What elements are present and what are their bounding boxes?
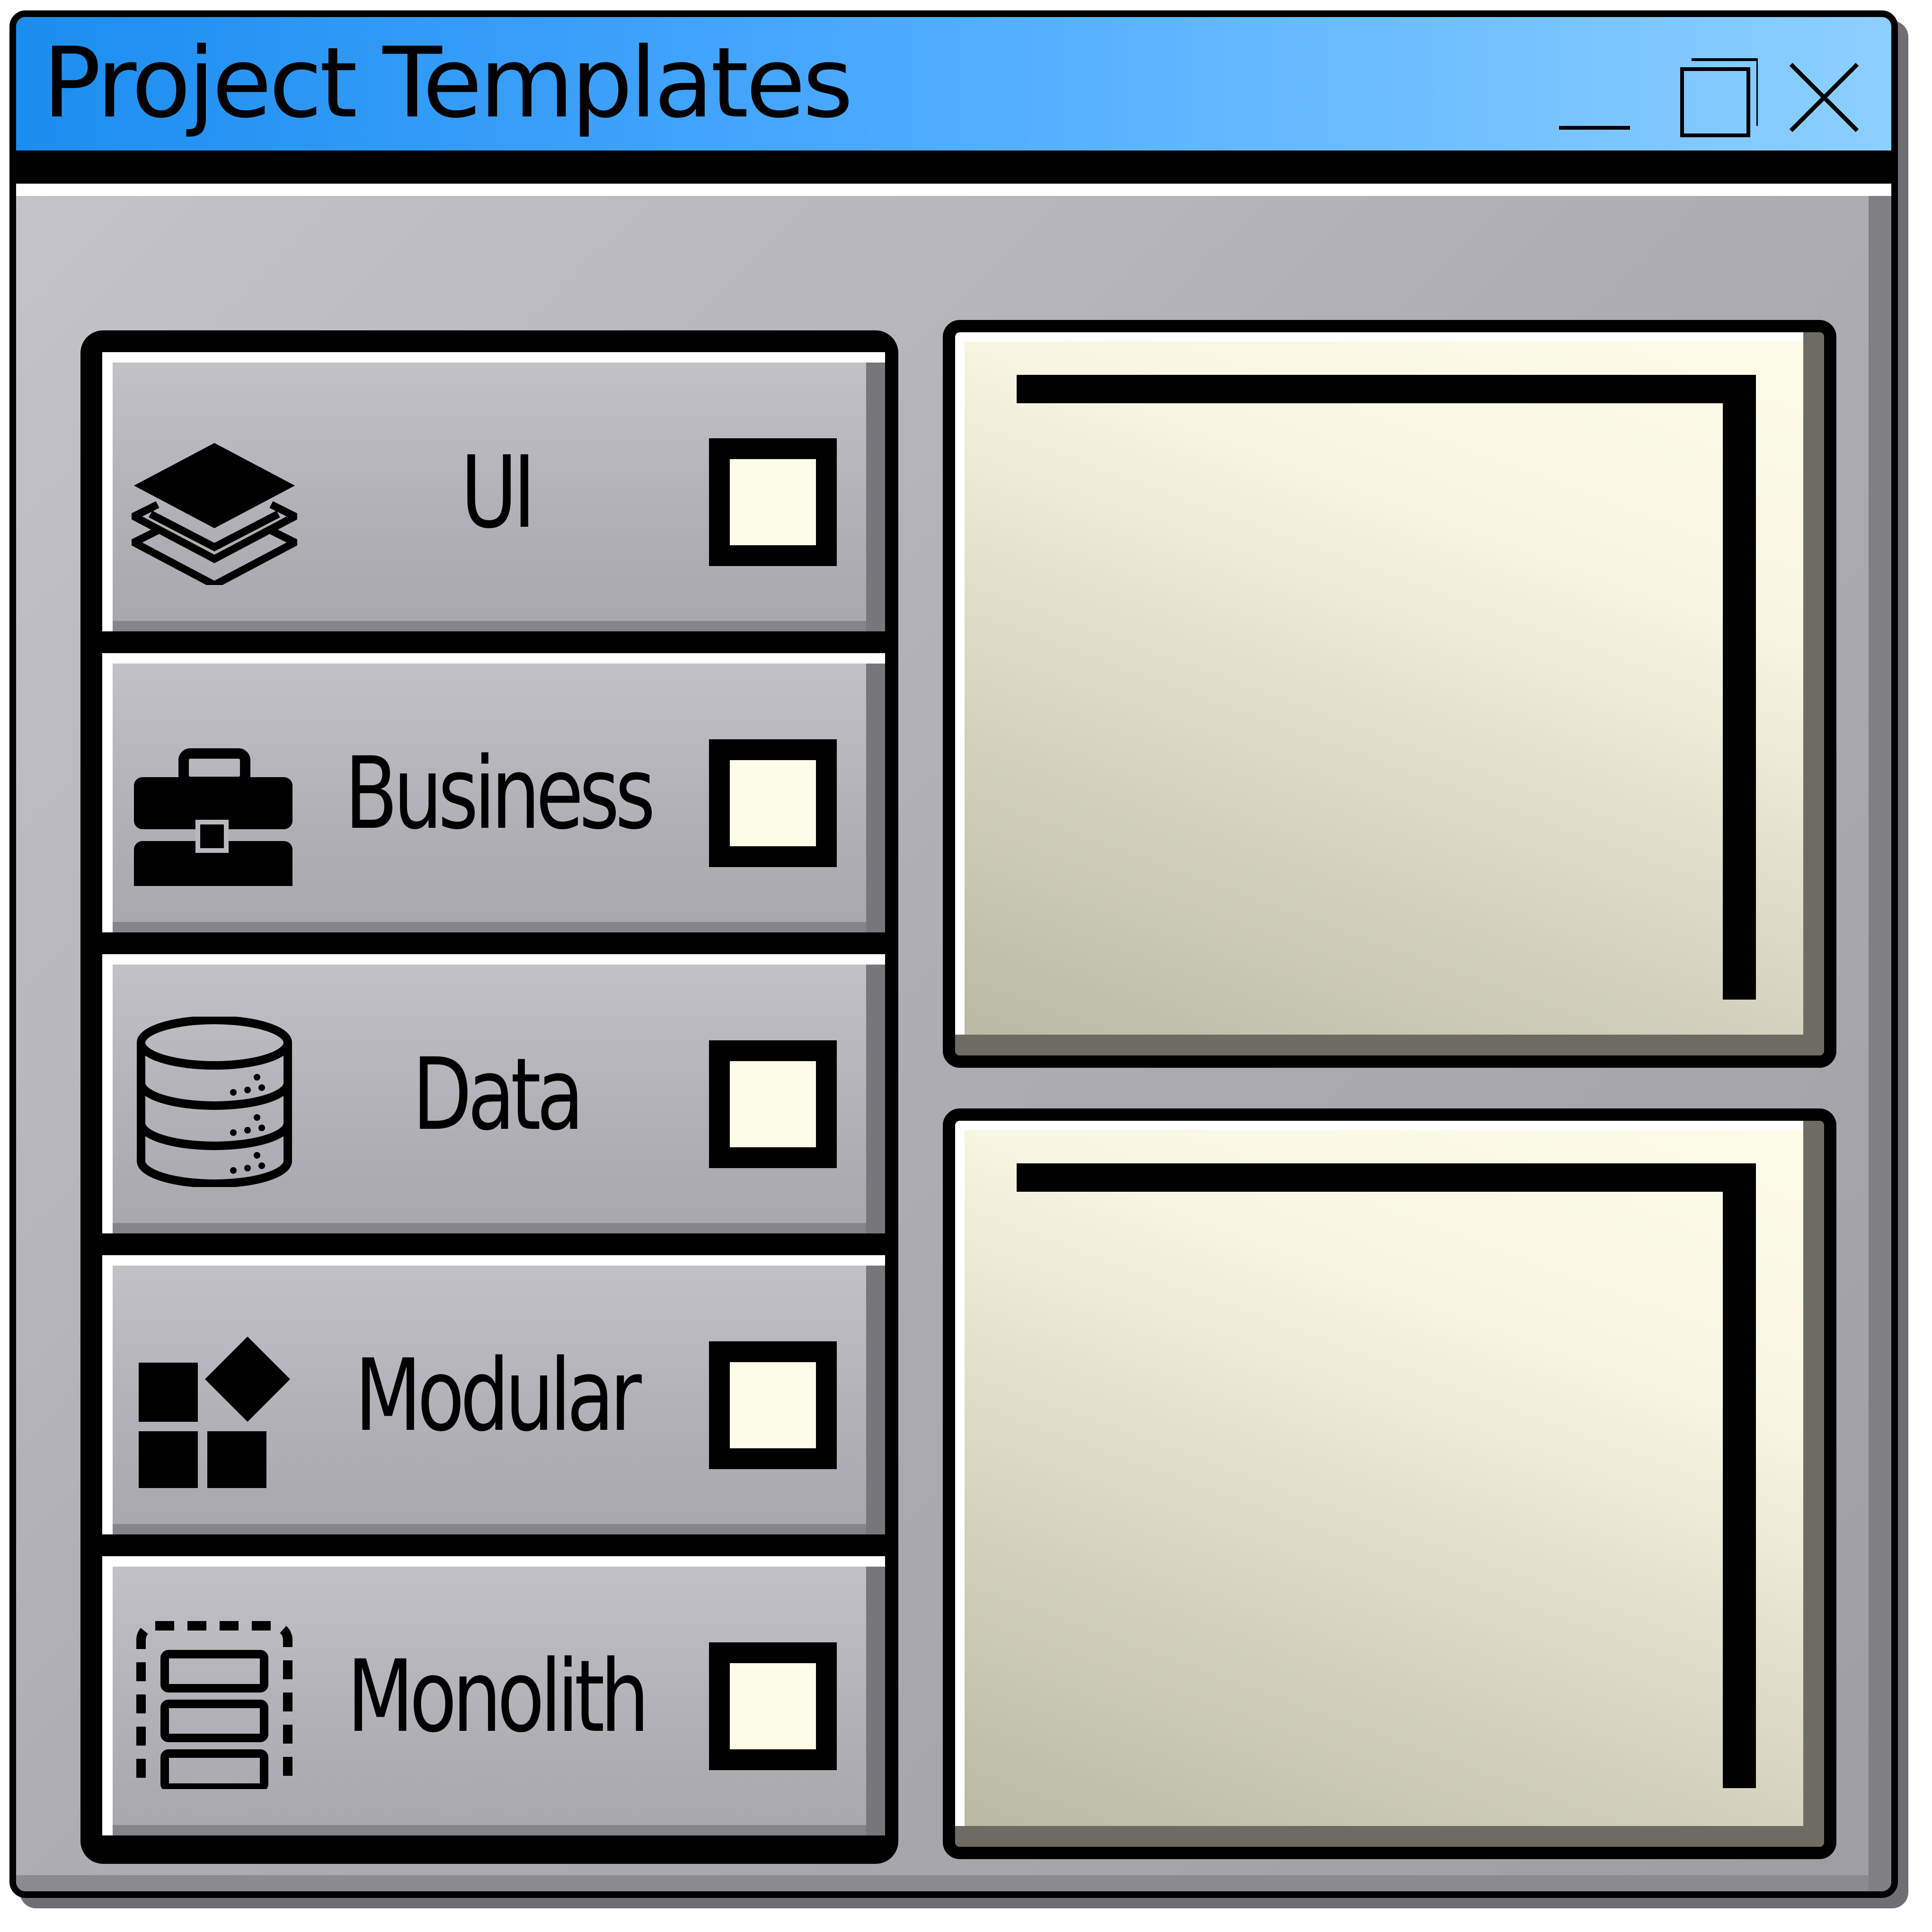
preview-frame [1017, 1163, 1756, 1788]
title-bar[interactable]: Project Templates [16, 17, 1891, 184]
template-item-monolith[interactable]: Monolith [102, 1556, 885, 1835]
close-icon[interactable] [1777, 50, 1871, 145]
preview-frame [1017, 375, 1756, 1000]
window-title: Project Templates [43, 27, 853, 140]
template-checkbox-data[interactable] [709, 1040, 837, 1168]
template-item-data[interactable]: Data [102, 954, 885, 1233]
template-checkbox-modular[interactable] [709, 1341, 837, 1469]
modules-icon [139, 1337, 290, 1488]
template-checkbox-monolith[interactable] [709, 1642, 837, 1770]
template-label: Data [412, 1037, 584, 1152]
database-icon [137, 1017, 292, 1187]
template-item-modular[interactable]: Modular [102, 1255, 885, 1534]
template-checkbox-business[interactable] [709, 739, 837, 867]
preview-panel-bottom [943, 1108, 1836, 1859]
preview-panel-top [943, 320, 1836, 1068]
template-label: Modular [354, 1338, 641, 1453]
minimize-icon[interactable] [1550, 50, 1644, 145]
template-label: Monolith [347, 1639, 649, 1755]
template-item-ui[interactable]: UI [102, 352, 885, 631]
briefcase-icon [134, 748, 292, 886]
project-templates-window: Project Templates UI Business Data Modul… [9, 10, 1898, 1898]
template-label: UI [461, 434, 536, 550]
template-checkbox-ui[interactable] [709, 438, 837, 566]
template-list: UI Business Data Modular Monolith [80, 330, 898, 1864]
monolith-icon [136, 1621, 292, 1789]
template-label: Business [345, 736, 656, 851]
maximize-icon[interactable] [1663, 50, 1758, 145]
template-item-business[interactable]: Business [102, 653, 885, 932]
layers-icon [132, 443, 297, 585]
